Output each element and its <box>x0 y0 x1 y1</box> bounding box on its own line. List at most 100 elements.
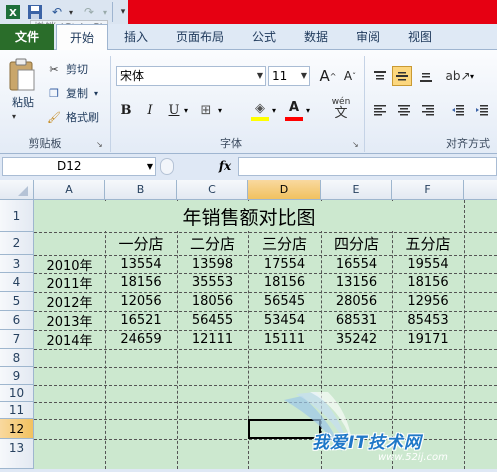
underline-dropdown-icon[interactable]: ▾ <box>184 106 188 115</box>
formula-input[interactable] <box>238 157 497 176</box>
align-middle-button[interactable] <box>392 66 412 86</box>
table-cell[interactable]: 2010年 <box>34 255 105 274</box>
fill-dropdown-icon[interactable]: ▾ <box>272 106 276 115</box>
table-cell[interactable]: 18156 <box>248 273 321 292</box>
table-cell[interactable]: 13598 <box>177 255 248 273</box>
table-cell[interactable]: 35242 <box>321 330 392 349</box>
table-cell[interactable]: 28056 <box>321 292 392 311</box>
row-header[interactable]: 11 <box>0 402 34 419</box>
table-cell[interactable]: 56455 <box>177 311 248 330</box>
table-cell[interactable]: 19554 <box>392 255 464 273</box>
tab-page-layout[interactable]: 页面布局 <box>166 24 234 50</box>
phonetic-guide-button[interactable]: wén 文 <box>326 97 356 123</box>
table-header-cell[interactable]: 三分店 <box>248 232 321 255</box>
table-header-cell[interactable]: 四分店 <box>321 232 392 255</box>
copy-button[interactable]: ❐ 复制 ▾ <box>46 84 98 102</box>
clipboard-launcher-icon[interactable]: ↘ <box>96 140 103 149</box>
tab-view[interactable]: 视图 <box>400 24 440 50</box>
table-cell[interactable]: 17554 <box>248 255 321 273</box>
align-top-button[interactable] <box>370 66 390 86</box>
table-cell[interactable]: 35553 <box>177 273 248 292</box>
paste-button[interactable]: 粘贴 <box>8 94 38 110</box>
font-launcher-icon[interactable]: ↘ <box>352 140 359 149</box>
font-name-combo[interactable]: 宋体 ▼ <box>116 66 266 86</box>
orientation-dropdown-icon[interactable]: ▾ <box>470 72 474 81</box>
save-icon[interactable] <box>26 3 44 21</box>
paste-dropdown-icon[interactable]: ▾ <box>12 112 16 121</box>
row-header[interactable]: 6 <box>0 311 34 330</box>
cut-button[interactable]: ✂ 剪切 <box>46 60 88 78</box>
table-cell[interactable]: 2013年 <box>34 311 105 330</box>
align-right-button[interactable] <box>418 100 438 120</box>
row-header[interactable]: 7 <box>0 330 34 349</box>
increase-indent-button[interactable] <box>472 100 492 120</box>
bold-button[interactable]: B <box>116 100 136 120</box>
grow-font-button[interactable]: A ^ <box>318 66 338 86</box>
table-cell[interactable]: 16554 <box>321 255 392 273</box>
table-cell[interactable]: 53454 <box>248 311 321 330</box>
table-cell[interactable]: 18156 <box>392 273 464 292</box>
row-header[interactable]: 4 <box>0 273 34 292</box>
tab-data[interactable]: 数据 <box>296 24 336 50</box>
row-header[interactable]: 3 <box>0 255 34 273</box>
tab-formulas[interactable]: 公式 <box>244 24 284 50</box>
shrink-font-button[interactable]: Aˇ <box>340 66 360 86</box>
borders-button[interactable]: ⊞ <box>196 100 216 120</box>
chevron-down-icon[interactable]: ▼ <box>147 158 153 175</box>
undo-dropdown-icon[interactable]: ▾ <box>62 3 80 21</box>
table-cell[interactable]: 2012年 <box>34 292 105 311</box>
column-header-e[interactable]: E <box>321 180 392 200</box>
table-cell[interactable]: 12056 <box>105 292 177 311</box>
column-header-c[interactable]: C <box>177 180 248 200</box>
row-header[interactable]: 13 <box>0 439 34 469</box>
table-cell[interactable]: 68531 <box>321 311 392 330</box>
name-box[interactable]: D12 ▼ <box>2 157 156 176</box>
font-size-combo[interactable]: 11 ▼ <box>268 66 310 86</box>
row-header[interactable]: 2 <box>0 232 34 255</box>
table-cell[interactable]: 16521 <box>105 311 177 330</box>
table-cell[interactable]: 12111 <box>177 330 248 349</box>
table-cell[interactable]: 19171 <box>392 330 464 349</box>
orientation-button[interactable]: ab↗ <box>445 66 470 86</box>
row-header[interactable]: 1 <box>0 200 34 232</box>
table-cell[interactable]: 85453 <box>392 311 464 330</box>
table-header-cell[interactable]: 二分店 <box>177 232 248 255</box>
align-bottom-button[interactable] <box>416 66 436 86</box>
row-header[interactable]: 10 <box>0 385 34 402</box>
decrease-indent-button[interactable] <box>448 100 468 120</box>
row-header[interactable]: 5 <box>0 292 34 311</box>
table-header-cell[interactable]: 一分店 <box>105 232 177 255</box>
format-painter-button[interactable]: 🖌 格式刷 <box>46 108 99 126</box>
font-color-button[interactable]: A <box>284 97 304 117</box>
row-header[interactable]: 9 <box>0 367 34 385</box>
font-color-dropdown-icon[interactable]: ▾ <box>306 106 310 115</box>
column-header-a[interactable]: A <box>34 180 105 200</box>
tab-file[interactable]: 文件 <box>0 24 54 50</box>
row-header[interactable]: 8 <box>0 349 34 367</box>
column-header-b[interactable]: B <box>105 180 177 200</box>
table-cell[interactable]: 13554 <box>105 255 177 273</box>
table-cell[interactable]: 24659 <box>105 330 177 349</box>
table-cell[interactable]: 15111 <box>248 330 321 349</box>
align-left-button[interactable] <box>370 100 390 120</box>
chevron-down-icon[interactable]: ▼ <box>301 67 307 85</box>
fill-color-button[interactable]: ◈ <box>250 98 270 118</box>
column-header-d[interactable]: D <box>248 180 321 200</box>
table-header-cell[interactable]: 五分店 <box>392 232 464 255</box>
row-header[interactable]: 12 <box>0 419 34 439</box>
tab-home[interactable]: 开始 <box>56 24 108 51</box>
tab-insert[interactable]: 插入 <box>116 24 156 50</box>
copy-dropdown-icon[interactable]: ▾ <box>94 89 98 98</box>
insert-function-button[interactable]: fx <box>214 157 236 176</box>
table-cell[interactable]: 2014年 <box>34 330 105 349</box>
paste-icon[interactable] <box>6 58 38 92</box>
chevron-down-icon[interactable]: ▼ <box>257 67 263 85</box>
borders-dropdown-icon[interactable]: ▾ <box>218 106 222 115</box>
column-header-g[interactable] <box>464 180 497 200</box>
italic-button[interactable]: I <box>140 100 160 120</box>
sheet-title[interactable]: 年销售额对比图 <box>34 200 464 232</box>
table-cell[interactable]: 13156 <box>321 273 392 292</box>
select-all-corner[interactable] <box>0 180 34 200</box>
align-center-button[interactable] <box>394 100 414 120</box>
table-cell[interactable]: 18056 <box>177 292 248 311</box>
